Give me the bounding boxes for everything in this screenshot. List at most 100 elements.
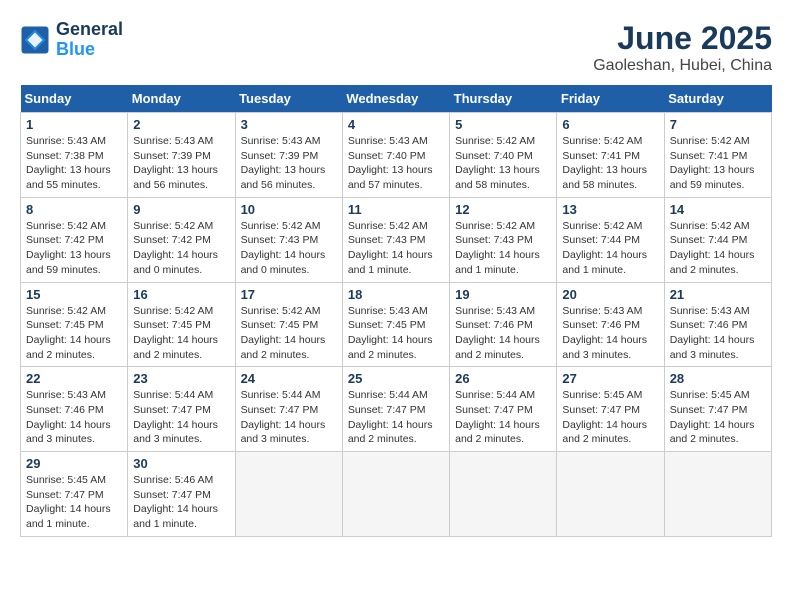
calendar-cell: 12 Sunrise: 5:42 AMSunset: 7:43 PMDayligh…	[450, 197, 557, 282]
day-number: 17	[241, 287, 337, 302]
day-info: Sunrise: 5:42 AMSunset: 7:44 PMDaylight:…	[670, 219, 766, 278]
day-info: Sunrise: 5:42 AMSunset: 7:44 PMDaylight:…	[562, 219, 658, 278]
day-number: 14	[670, 202, 766, 217]
day-number: 19	[455, 287, 551, 302]
column-header-sunday: Sunday	[21, 85, 128, 113]
calendar-cell: 11 Sunrise: 5:42 AMSunset: 7:43 PMDayligh…	[342, 197, 449, 282]
day-info: Sunrise: 5:43 AMSunset: 7:46 PMDaylight:…	[562, 304, 658, 363]
day-number: 24	[241, 371, 337, 386]
calendar-cell: 19 Sunrise: 5:43 AMSunset: 7:46 PMDayligh…	[450, 282, 557, 367]
column-header-friday: Friday	[557, 85, 664, 113]
location-title: Gaoleshan, Hubei, China	[593, 57, 772, 75]
column-header-saturday: Saturday	[664, 85, 771, 113]
column-header-monday: Monday	[128, 85, 235, 113]
calendar-cell	[450, 452, 557, 537]
calendar-cell: 13 Sunrise: 5:42 AMSunset: 7:44 PMDayligh…	[557, 197, 664, 282]
calendar-cell: 16 Sunrise: 5:42 AMSunset: 7:45 PMDayligh…	[128, 282, 235, 367]
day-info: Sunrise: 5:42 AMSunset: 7:43 PMDaylight:…	[455, 219, 551, 278]
calendar-cell: 24 Sunrise: 5:44 AMSunset: 7:47 PMDayligh…	[235, 367, 342, 452]
calendar-cell: 14 Sunrise: 5:42 AMSunset: 7:44 PMDayligh…	[664, 197, 771, 282]
logo: General Blue	[20, 20, 123, 60]
day-info: Sunrise: 5:45 AMSunset: 7:47 PMDaylight:…	[562, 388, 658, 447]
calendar-cell: 5Sunrise: 5:42 AMSunset: 7:40 PMDaylight…	[450, 113, 557, 198]
day-number: 18	[348, 287, 444, 302]
day-info: Sunrise: 5:43 AMSunset: 7:39 PMDaylight:…	[133, 134, 229, 193]
day-number: 8	[26, 202, 122, 217]
day-number: 25	[348, 371, 444, 386]
day-number: 5	[455, 117, 551, 132]
calendar-cell: 28Sunrise: 5:45 AMSunset: 7:47 PMDayligh…	[664, 367, 771, 452]
day-info: Sunrise: 5:43 AMSunset: 7:45 PMDaylight:…	[348, 304, 444, 363]
calendar-cell: 25 Sunrise: 5:44 AMSunset: 7:47 PMDayligh…	[342, 367, 449, 452]
day-number: 7	[670, 117, 766, 132]
day-number: 28	[670, 371, 766, 386]
day-number: 30	[133, 456, 229, 471]
day-info: Sunrise: 5:45 AMSunset: 7:47 PMDaylight:…	[26, 473, 122, 532]
day-number: 1	[26, 117, 122, 132]
calendar-cell: 15Sunrise: 5:42 AMSunset: 7:45 PMDayligh…	[21, 282, 128, 367]
day-info: Sunrise: 5:43 AMSunset: 7:46 PMDaylight:…	[455, 304, 551, 363]
day-number: 16	[133, 287, 229, 302]
day-number: 29	[26, 456, 122, 471]
day-number: 10	[241, 202, 337, 217]
calendar-cell	[664, 452, 771, 537]
calendar-cell: 7 Sunrise: 5:42 AMSunset: 7:41 PMDaylight…	[664, 113, 771, 198]
day-info: Sunrise: 5:42 AMSunset: 7:41 PMDaylight:…	[562, 134, 658, 193]
title-area: June 2025 Gaoleshan, Hubei, China	[593, 20, 772, 75]
day-info: Sunrise: 5:44 AMSunset: 7:47 PMDaylight:…	[241, 388, 337, 447]
day-info: Sunrise: 5:43 AMSunset: 7:46 PMDaylight:…	[670, 304, 766, 363]
calendar-cell: 6 Sunrise: 5:42 AMSunset: 7:41 PMDaylight…	[557, 113, 664, 198]
logo-icon	[20, 25, 50, 55]
calendar-cell: 2Sunrise: 5:43 AMSunset: 7:39 PMDaylight…	[128, 113, 235, 198]
column-header-thursday: Thursday	[450, 85, 557, 113]
calendar-cell: 18 Sunrise: 5:43 AMSunset: 7:45 PMDayligh…	[342, 282, 449, 367]
day-number: 12	[455, 202, 551, 217]
calendar-cell: 8 Sunrise: 5:42 AMSunset: 7:42 PMDaylight…	[21, 197, 128, 282]
calendar-cell	[342, 452, 449, 537]
day-number: 26	[455, 371, 551, 386]
day-number: 13	[562, 202, 658, 217]
calendar-week-4: 22Sunrise: 5:43 AMSunset: 7:46 PMDayligh…	[21, 367, 772, 452]
calendar-cell: 17Sunrise: 5:42 AMSunset: 7:45 PMDayligh…	[235, 282, 342, 367]
calendar-cell: 30Sunrise: 5:46 AMSunset: 7:47 PMDayligh…	[128, 452, 235, 537]
day-number: 22	[26, 371, 122, 386]
calendar-header-row: SundayMondayTuesdayWednesdayThursdayFrid…	[21, 85, 772, 113]
calendar-cell: 4 Sunrise: 5:43 AMSunset: 7:40 PMDaylight…	[342, 113, 449, 198]
day-number: 3	[241, 117, 337, 132]
day-info: Sunrise: 5:44 AMSunset: 7:47 PMDaylight:…	[348, 388, 444, 447]
day-info: Sunrise: 5:43 AMSunset: 7:38 PMDaylight:…	[26, 134, 122, 193]
calendar-week-2: 8 Sunrise: 5:42 AMSunset: 7:42 PMDaylight…	[21, 197, 772, 282]
calendar-cell: 27Sunrise: 5:45 AMSunset: 7:47 PMDayligh…	[557, 367, 664, 452]
calendar-cell	[557, 452, 664, 537]
calendar-cell	[235, 452, 342, 537]
month-title: June 2025	[593, 20, 772, 57]
day-info: Sunrise: 5:42 AMSunset: 7:45 PMDaylight:…	[133, 304, 229, 363]
day-info: Sunrise: 5:42 AMSunset: 7:42 PMDaylight:…	[133, 219, 229, 278]
calendar-cell: 10 Sunrise: 5:42 AMSunset: 7:43 PMDayligh…	[235, 197, 342, 282]
calendar-cell: 21 Sunrise: 5:43 AMSunset: 7:46 PMDayligh…	[664, 282, 771, 367]
header: General Blue June 2025 Gaoleshan, Hubei,…	[20, 20, 772, 75]
calendar-week-3: 15Sunrise: 5:42 AMSunset: 7:45 PMDayligh…	[21, 282, 772, 367]
calendar-cell: 22Sunrise: 5:43 AMSunset: 7:46 PMDayligh…	[21, 367, 128, 452]
day-info: Sunrise: 5:42 AMSunset: 7:41 PMDaylight:…	[670, 134, 766, 193]
day-number: 6	[562, 117, 658, 132]
calendar-week-1: 1 Sunrise: 5:43 AMSunset: 7:38 PMDaylight…	[21, 113, 772, 198]
day-info: Sunrise: 5:42 AMSunset: 7:43 PMDaylight:…	[241, 219, 337, 278]
day-info: Sunrise: 5:42 AMSunset: 7:42 PMDaylight:…	[26, 219, 122, 278]
day-number: 21	[670, 287, 766, 302]
logo-line2: Blue	[56, 39, 95, 59]
calendar-table: SundayMondayTuesdayWednesdayThursdayFrid…	[20, 85, 772, 537]
calendar-cell: 9Sunrise: 5:42 AMSunset: 7:42 PMDaylight…	[128, 197, 235, 282]
day-number: 20	[562, 287, 658, 302]
day-info: Sunrise: 5:44 AMSunset: 7:47 PMDaylight:…	[455, 388, 551, 447]
day-info: Sunrise: 5:44 AMSunset: 7:47 PMDaylight:…	[133, 388, 229, 447]
calendar-cell: 20 Sunrise: 5:43 AMSunset: 7:46 PMDayligh…	[557, 282, 664, 367]
day-number: 11	[348, 202, 444, 217]
day-info: Sunrise: 5:42 AMSunset: 7:43 PMDaylight:…	[348, 219, 444, 278]
calendar-cell: 26 Sunrise: 5:44 AMSunset: 7:47 PMDayligh…	[450, 367, 557, 452]
day-number: 4	[348, 117, 444, 132]
day-info: Sunrise: 5:43 AMSunset: 7:40 PMDaylight:…	[348, 134, 444, 193]
day-info: Sunrise: 5:42 AMSunset: 7:45 PMDaylight:…	[26, 304, 122, 363]
calendar-cell: 23Sunrise: 5:44 AMSunset: 7:47 PMDayligh…	[128, 367, 235, 452]
logo-line1: General	[56, 20, 123, 40]
